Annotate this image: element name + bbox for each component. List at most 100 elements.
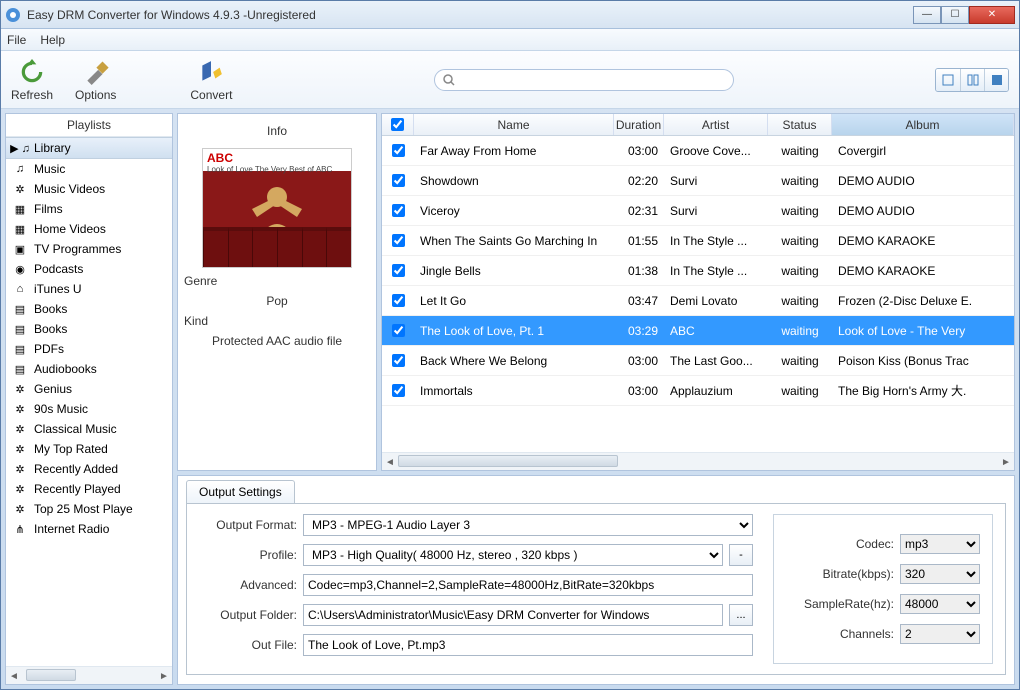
cell-name: Showdown — [414, 174, 614, 188]
samplerate-select[interactable]: 48000 — [900, 594, 980, 614]
sidebar-item[interactable]: ▤Books — [6, 319, 172, 339]
table-row[interactable]: Immortals03:00ApplauziumwaitingThe Big H… — [382, 376, 1014, 406]
view-grid-button[interactable] — [960, 69, 984, 91]
profile-select[interactable]: MP3 - High Quality( 48000 Hz, stereo , 3… — [303, 544, 723, 566]
sidebar-item[interactable]: ⌂iTunes U — [6, 279, 172, 299]
cell-name: Viceroy — [414, 204, 614, 218]
convert-button[interactable]: Convert — [190, 58, 232, 102]
search-input[interactable] — [461, 73, 725, 87]
browse-folder-button[interactable]: ... — [729, 604, 753, 626]
row-checkbox[interactable] — [382, 324, 414, 337]
scroll-left-icon[interactable]: ◄ — [382, 453, 398, 471]
outfile-input[interactable] — [303, 634, 753, 656]
view-list-button[interactable] — [936, 69, 960, 91]
row-checkbox[interactable] — [382, 144, 414, 157]
scroll-left-icon[interactable]: ◄ — [6, 667, 22, 685]
app-icon — [5, 7, 21, 23]
row-checkbox[interactable] — [382, 294, 414, 307]
sidebar-item-label: Music Videos — [34, 182, 105, 196]
cell-artist: ABC — [664, 324, 768, 338]
advanced-label: Advanced: — [199, 578, 297, 592]
info-header: Info — [267, 120, 287, 142]
sidebar-item-label: Internet Radio — [34, 522, 109, 536]
header-name[interactable]: Name — [414, 114, 614, 135]
table-row[interactable]: Jingle Bells01:38In The Style ...waiting… — [382, 256, 1014, 286]
sidebar-item[interactable]: ♫Music — [6, 159, 172, 179]
channels-select[interactable]: 2 — [900, 624, 980, 644]
scroll-thumb[interactable] — [398, 455, 618, 467]
sidebar-item[interactable]: ▦Home Videos — [6, 219, 172, 239]
menu-file[interactable]: File — [7, 33, 26, 47]
table-row[interactable]: Showdown02:20SurviwaitingDEMO AUDIO — [382, 166, 1014, 196]
table-row[interactable]: Viceroy02:31SurviwaitingDEMO AUDIO — [382, 196, 1014, 226]
sidebar-item-label: Library — [34, 141, 71, 155]
playlist-icon: ✲ — [12, 501, 28, 517]
scroll-right-icon[interactable]: ► — [998, 453, 1014, 471]
playlist-icon: ▦ — [12, 201, 28, 217]
sidebar-item[interactable]: ▤Audiobooks — [6, 359, 172, 379]
sidebar-item[interactable]: ▶ ♫Library — [6, 137, 172, 159]
sidebar-item[interactable]: ▤Books — [6, 299, 172, 319]
menu-help[interactable]: Help — [40, 33, 65, 47]
refresh-button[interactable]: Refresh — [11, 58, 53, 102]
sidebar-item[interactable]: ⋔Internet Radio — [6, 519, 172, 539]
header-checkbox[interactable] — [382, 114, 414, 135]
scroll-thumb[interactable] — [26, 669, 76, 681]
table-row[interactable]: The Look of Love, Pt. 103:29ABCwaitingLo… — [382, 316, 1014, 346]
row-checkbox[interactable] — [382, 234, 414, 247]
view-detail-button[interactable] — [984, 69, 1008, 91]
codec-select[interactable]: mp3 — [900, 534, 980, 554]
header-artist[interactable]: Artist — [664, 114, 768, 135]
titlebar[interactable]: Easy DRM Converter for Windows 4.9.3 -Un… — [1, 1, 1019, 29]
album-art: ABCLook of Love The Very Best of ABC — [202, 148, 352, 268]
sidebar-item[interactable]: ✲Recently Played — [6, 479, 172, 499]
cell-duration: 02:20 — [614, 174, 664, 188]
row-checkbox[interactable] — [382, 384, 414, 397]
cell-duration: 03:47 — [614, 294, 664, 308]
cell-album: The Big Horn's Army 大. — [832, 382, 1014, 399]
sidebar-hscrollbar[interactable]: ◄ ► — [6, 666, 172, 684]
advanced-input[interactable] — [303, 574, 753, 596]
table-row[interactable]: When The Saints Go Marching In01:55In Th… — [382, 226, 1014, 256]
bitrate-select[interactable]: 320 — [900, 564, 980, 584]
scroll-right-icon[interactable]: ► — [156, 667, 172, 685]
sidebar-item[interactable]: ✲My Top Rated — [6, 439, 172, 459]
output-folder-input[interactable] — [303, 604, 723, 626]
header-status[interactable]: Status — [768, 114, 832, 135]
sidebar-item[interactable]: ▣TV Programmes — [6, 239, 172, 259]
sidebar-item[interactable]: ◉Podcasts — [6, 259, 172, 279]
sidebar-item-label: Music — [34, 162, 65, 176]
sidebar-item[interactable]: ✲90s Music — [6, 399, 172, 419]
table-row[interactable]: Far Away From Home03:00Groove Cove...wai… — [382, 136, 1014, 166]
maximize-button[interactable]: ☐ — [941, 6, 969, 24]
close-button[interactable]: ✕ — [969, 6, 1015, 24]
sidebar-item[interactable]: ▤PDFs — [6, 339, 172, 359]
sidebar-item[interactable]: ▦Films — [6, 199, 172, 219]
header-album[interactable]: Album — [832, 114, 1014, 135]
cell-status: waiting — [768, 204, 832, 218]
sidebar-item[interactable]: ✲Music Videos — [6, 179, 172, 199]
output-settings-panel: Output Settings Output Format: MP3 - MPE… — [177, 475, 1015, 685]
cell-duration: 03:00 — [614, 354, 664, 368]
sidebar-item[interactable]: ✲Top 25 Most Playe — [6, 499, 172, 519]
row-checkbox[interactable] — [382, 264, 414, 277]
table-row[interactable]: Let It Go03:47Demi LovatowaitingFrozen (… — [382, 286, 1014, 316]
row-checkbox[interactable] — [382, 354, 414, 367]
minimize-button[interactable]: — — [913, 6, 941, 24]
table-hscrollbar[interactable]: ◄ ► — [382, 452, 1014, 470]
header-duration[interactable]: Duration — [614, 114, 664, 135]
tab-output-settings[interactable]: Output Settings — [186, 480, 295, 503]
sidebar-item[interactable]: ✲Genius — [6, 379, 172, 399]
row-checkbox[interactable] — [382, 204, 414, 217]
sidebar-item[interactable]: ✲Classical Music — [6, 419, 172, 439]
row-checkbox[interactable] — [382, 174, 414, 187]
profile-minus-button[interactable]: - — [729, 544, 753, 566]
options-button[interactable]: Options — [75, 58, 116, 102]
codec-label: Codec: — [786, 537, 894, 551]
output-format-select[interactable]: MP3 - MPEG-1 Audio Layer 3 — [303, 514, 753, 536]
search-box[interactable] — [434, 69, 734, 91]
options-icon — [82, 58, 110, 86]
output-folder-label: Output Folder: — [199, 608, 297, 622]
sidebar-item[interactable]: ✲Recently Added — [6, 459, 172, 479]
table-row[interactable]: Back Where We Belong03:00The Last Goo...… — [382, 346, 1014, 376]
